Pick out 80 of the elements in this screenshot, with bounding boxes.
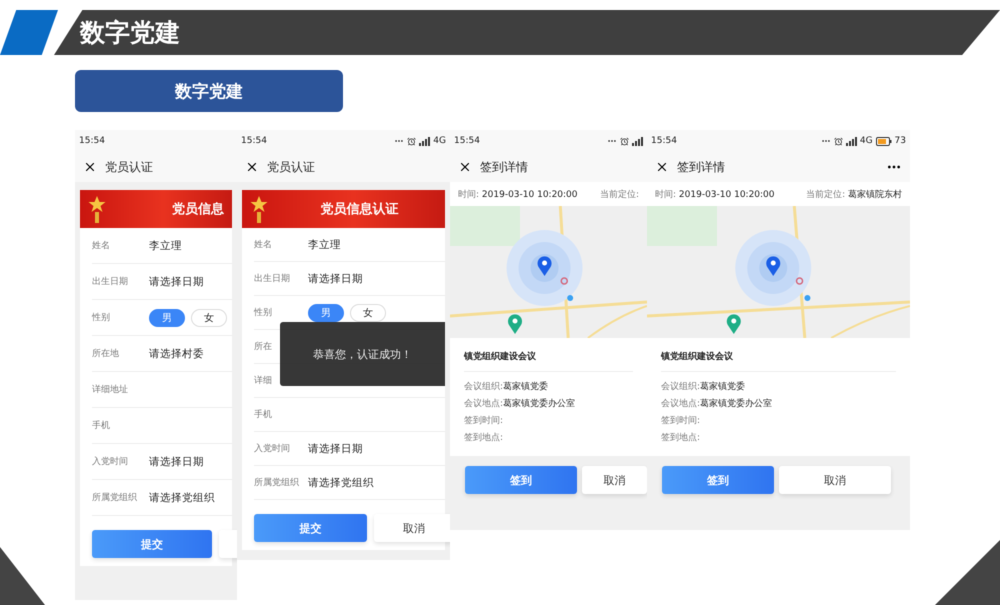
gender-option[interactable]: 男 bbox=[308, 304, 344, 322]
meeting-detail: 会议组织:葛家镇党委 bbox=[464, 380, 550, 394]
signal-icon bbox=[419, 136, 430, 146]
field-label: 性别 bbox=[254, 306, 273, 319]
close-icon[interactable] bbox=[83, 160, 97, 174]
meeting-detail: 会议地点:葛家镇党委办公室 bbox=[661, 397, 774, 411]
emblem-icon bbox=[248, 194, 270, 224]
submit-button[interactable]: 提交 bbox=[92, 530, 212, 558]
status-time: 15:54 bbox=[241, 136, 267, 146]
network-type: 4G bbox=[860, 136, 873, 146]
battery-level: 73 bbox=[894, 136, 906, 146]
field-value[interactable]: 请选择党组织 bbox=[308, 476, 374, 490]
field-value[interactable]: 请选择日期 bbox=[149, 274, 204, 288]
field-value[interactable]: 请选择日期 bbox=[308, 442, 363, 456]
close-icon[interactable] bbox=[458, 160, 472, 174]
cancel-button[interactable]: 取消 bbox=[374, 514, 450, 542]
field-label: 手机 bbox=[254, 408, 273, 421]
field-value[interactable]: 李立理 bbox=[308, 238, 341, 252]
status-time: 15:54 bbox=[79, 136, 105, 146]
field-label: 入党时间 bbox=[254, 442, 291, 455]
field-value[interactable]: 请选择党组织 bbox=[149, 490, 215, 504]
meeting-detail: 签到时间: bbox=[661, 414, 702, 428]
network-type: 4G bbox=[433, 136, 446, 146]
submit-button[interactable]: 提交 bbox=[254, 514, 367, 542]
page-title: 数字党建 bbox=[80, 17, 180, 49]
cancel-button[interactable]: 取消 bbox=[582, 466, 647, 494]
gender-option[interactable]: 女 bbox=[350, 304, 386, 322]
battery-icon bbox=[876, 136, 892, 146]
banner-title: 党员信息 bbox=[172, 201, 224, 218]
section-label: 数字党建 bbox=[75, 70, 343, 112]
field-label: 姓名 bbox=[92, 240, 111, 252]
field-label: 所在地 bbox=[92, 348, 120, 360]
cancel-button[interactable]: 取消 bbox=[779, 466, 891, 494]
field-label: 详细 bbox=[254, 374, 273, 387]
status-time: 15:54 bbox=[651, 136, 677, 146]
field-label: 所在 bbox=[254, 340, 273, 353]
status-time: 15:54 bbox=[454, 136, 480, 146]
field-label: 入党时间 bbox=[92, 456, 129, 468]
field-label: 性别 bbox=[92, 312, 111, 324]
field-label: 姓名 bbox=[254, 238, 273, 251]
sign-in-button[interactable]: 签到 bbox=[465, 466, 577, 494]
meeting-title: 镇党组织建设会议 bbox=[661, 338, 896, 372]
banner-title: 党员信息认证 bbox=[320, 201, 398, 218]
field-value[interactable]: 李立理 bbox=[149, 238, 182, 252]
gender-option[interactable]: 女 bbox=[191, 308, 227, 326]
field-label: 出生日期 bbox=[254, 272, 291, 285]
gender-option[interactable]: 男 bbox=[149, 308, 185, 326]
close-icon[interactable] bbox=[655, 160, 669, 174]
header-accent bbox=[0, 10, 58, 55]
field-label: 手机 bbox=[92, 420, 111, 432]
alarm-icon bbox=[407, 136, 416, 146]
meeting-detail: 会议组织:葛家镇党委 bbox=[661, 380, 746, 394]
meeting-title: 镇党组织建设会议 bbox=[464, 338, 633, 372]
screen-title: 签到详情 bbox=[677, 158, 726, 176]
field-value[interactable]: 请选择日期 bbox=[149, 454, 204, 468]
alarm-icon bbox=[620, 136, 629, 146]
field-label: 所属党组织 bbox=[92, 492, 138, 504]
screen-title: 党员认证 bbox=[267, 158, 316, 176]
field-label: 详细地址 bbox=[92, 384, 129, 396]
field-label: 出生日期 bbox=[92, 276, 129, 288]
signal-icon bbox=[632, 136, 643, 146]
toast-message: 恭喜您，认证成功！ bbox=[280, 322, 445, 386]
emblem-icon bbox=[86, 194, 108, 224]
screen-title: 签到详情 bbox=[480, 158, 529, 176]
meeting-detail: 签到地点: bbox=[464, 432, 504, 445]
screen-title: 党员认证 bbox=[105, 158, 154, 176]
field-value[interactable]: 请选择村委 bbox=[149, 346, 204, 360]
location-text: 当前定位: 葛家镇院东村 bbox=[806, 188, 902, 200]
meeting-detail: 签到地点: bbox=[661, 432, 702, 445]
sign-in-button[interactable]: 签到 bbox=[662, 466, 774, 494]
location-text: 当前定位: bbox=[600, 188, 639, 200]
time-text: 时间: 2019-03-10 10:20:00 bbox=[655, 188, 775, 200]
meeting-detail: 签到时间: bbox=[464, 414, 504, 428]
signal-icon bbox=[846, 136, 857, 146]
meeting-detail: 会议地点:葛家镇党委办公室 bbox=[464, 397, 576, 411]
field-label: 所属党组织 bbox=[254, 476, 300, 489]
field-value[interactable]: 请选择日期 bbox=[308, 272, 363, 286]
close-icon[interactable] bbox=[245, 160, 259, 174]
time-text: 时间: 2019-03-10 10:20:00 bbox=[458, 188, 578, 200]
alarm-icon bbox=[834, 136, 843, 146]
